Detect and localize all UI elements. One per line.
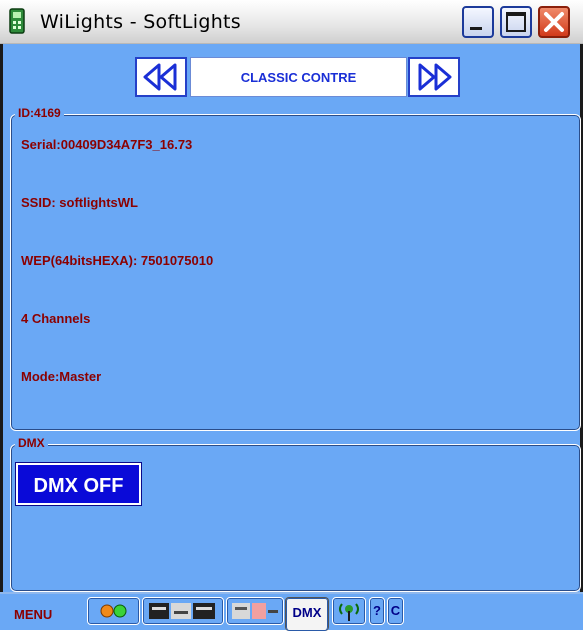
tab-status[interactable] xyxy=(87,597,140,625)
dmx-legend: DMX xyxy=(15,436,48,450)
tab-help[interactable]: ? xyxy=(369,597,385,625)
maximize-icon xyxy=(506,12,526,32)
fader-panel-icon xyxy=(149,603,215,619)
device-info-group: ID:4169 Serial:00409D34A7F3_16.73 SSID: … xyxy=(10,106,581,431)
minimize-icon xyxy=(470,27,482,30)
tab-dmx[interactable]: DMX xyxy=(285,597,329,631)
status-lights-icon xyxy=(100,604,127,618)
tab-config[interactable]: C xyxy=(387,597,404,625)
window-title: WiLights - SoftLights xyxy=(40,11,242,33)
device-id-legend: ID:4169 xyxy=(15,106,64,120)
double-chevron-left-icon xyxy=(143,63,177,91)
maximize-button[interactable] xyxy=(500,6,532,38)
wep-key-text: WEP(64bitsHEXA): 7501075010 xyxy=(21,253,214,268)
minimize-button[interactable] xyxy=(462,6,494,38)
title-bar[interactable]: WiLights - SoftLights xyxy=(0,0,583,44)
next-device-button[interactable] xyxy=(408,57,460,97)
menu-button[interactable]: MENU xyxy=(14,607,52,622)
tab-faders-mini[interactable] xyxy=(226,597,284,625)
dmx-group: DMX DMX OFF xyxy=(10,436,581,592)
close-button[interactable] xyxy=(538,6,570,38)
wireless-antenna-icon xyxy=(339,603,359,621)
dmx-toggle-button[interactable]: DMX OFF xyxy=(16,463,141,505)
serial-text: Serial:00409D34A7F3_16.73 xyxy=(21,137,193,152)
fader-mini-icon xyxy=(232,603,278,619)
previous-device-button[interactable] xyxy=(135,57,187,97)
mode-text: Mode:Master xyxy=(21,369,102,384)
ssid-text: SSID: softlightsWL xyxy=(21,195,138,210)
device-name-display: CLASSIC CONTRE xyxy=(190,57,407,97)
double-chevron-right-icon xyxy=(418,63,452,91)
main-panel: CLASSIC CONTRE ID:4169 Serial:00409D34A7… xyxy=(0,44,583,592)
tab-faders[interactable] xyxy=(142,597,224,625)
channels-text: 4 Channels xyxy=(21,311,91,326)
close-icon xyxy=(544,12,564,32)
app-device-icon xyxy=(9,8,25,34)
tab-wireless[interactable] xyxy=(332,597,366,625)
bottom-tab-bar: MENU DMX ? C xyxy=(0,592,583,631)
